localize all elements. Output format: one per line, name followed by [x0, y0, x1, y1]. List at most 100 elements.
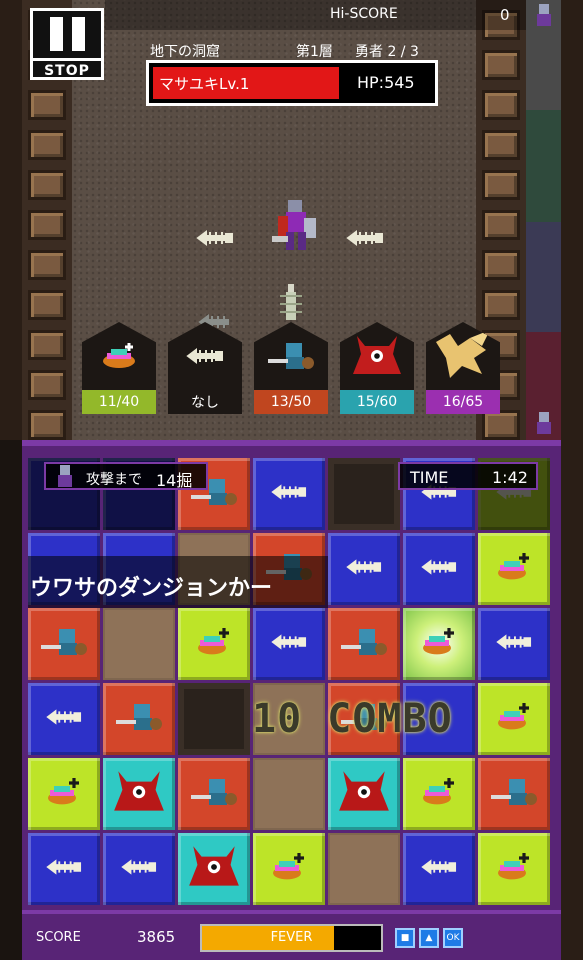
block-tile[interactable]	[28, 608, 100, 680]
food-icon	[196, 628, 232, 660]
food-icon	[496, 703, 532, 735]
card-count: 13/50	[254, 390, 328, 414]
time-label: TIME	[410, 468, 449, 487]
block-tile[interactable]	[253, 608, 325, 680]
block-tile[interactable]	[328, 458, 400, 530]
hiscore-label: Hi-SCORE	[330, 6, 398, 22]
card-count: なし	[168, 390, 242, 414]
attack-countdown: 攻撃まで 14掘	[44, 462, 208, 490]
hero-status-box: マサユキLv.1 HP:545	[146, 60, 438, 106]
fish-bone-icon	[271, 632, 307, 656]
food-icon	[496, 853, 532, 885]
monster-card-food[interactable]: 11/40	[82, 322, 156, 414]
food-icon	[421, 628, 457, 660]
card-count: 15/60	[340, 390, 414, 414]
block-tile[interactable]	[328, 533, 400, 605]
red-demon-icon	[185, 840, 243, 898]
stop-label: STOP	[33, 58, 101, 79]
time-value: 1:42	[492, 468, 528, 487]
monster-card-lizardman[interactable]: 13/50	[254, 322, 328, 414]
hero-sprite	[272, 200, 316, 250]
red-demon-icon	[353, 336, 401, 374]
score-label: SCORE	[36, 930, 81, 945]
fish-bone-icon	[271, 482, 307, 506]
fish-bone-icon	[46, 857, 82, 881]
golden-dragon-icon	[436, 330, 490, 378]
monster-card-red-demon[interactable]: 15/60	[340, 322, 414, 414]
block-tile[interactable]	[253, 758, 325, 830]
game-screen: 11/40 なし 13/50 15/60 16/65 Hi-SCORE 0 ST…	[0, 0, 583, 960]
block-tile[interactable]	[178, 608, 250, 680]
floor-label: 第1層	[296, 44, 333, 60]
food-icon	[496, 553, 532, 585]
attack-value: 14掘	[156, 471, 193, 490]
fish-bone-sprite	[196, 230, 233, 246]
block-tile[interactable]	[403, 758, 475, 830]
fish-bone-sprite	[346, 230, 383, 246]
fever-gauge: FEVER	[200, 924, 383, 952]
hero-name: マサユキLv.1	[159, 75, 250, 93]
pause-icon	[49, 17, 85, 51]
score-value: 3865	[137, 928, 176, 946]
block-tile[interactable]	[28, 683, 100, 755]
block-tile[interactable]	[328, 608, 400, 680]
attack-label: 攻撃まで	[86, 472, 142, 488]
block-tile[interactable]	[178, 683, 250, 755]
fish-bone-icon	[496, 632, 532, 656]
food-icon	[46, 778, 82, 810]
left-border	[0, 0, 22, 440]
red-demon-icon	[110, 765, 168, 823]
food-icon	[103, 343, 135, 368]
right-border	[561, 0, 583, 960]
fish-bone-icon	[346, 557, 382, 581]
block-tile[interactable]	[28, 758, 100, 830]
dungeon-depth-gauge	[526, 0, 561, 440]
block-tile[interactable]	[403, 833, 475, 905]
block-tile[interactable]	[103, 608, 175, 680]
block-tile[interactable]	[328, 758, 400, 830]
lizardman-icon	[339, 625, 389, 663]
fish-bone-icon	[421, 857, 457, 881]
block-tile[interactable]	[403, 533, 475, 605]
block-tile[interactable]	[28, 833, 100, 905]
block-tile[interactable]	[103, 833, 175, 905]
food-icon	[271, 853, 307, 885]
monster-card-fish-bone[interactable]: なし	[168, 322, 242, 414]
fish-bone-icon	[46, 707, 82, 731]
block-tile[interactable]	[103, 683, 175, 755]
food-icon	[421, 778, 457, 810]
block-tile[interactable]	[253, 458, 325, 530]
lizardman-icon	[114, 700, 164, 738]
fever-label: FEVER	[270, 930, 313, 945]
fish-bone-icon	[186, 348, 223, 364]
block-tile[interactable]	[478, 758, 550, 830]
stop-button[interactable]: STOP	[30, 8, 104, 80]
block-tile[interactable]	[103, 758, 175, 830]
bug-sprite	[280, 284, 302, 320]
ok-button[interactable]: OK	[443, 928, 463, 948]
block-tile[interactable]	[253, 833, 325, 905]
card-count: 11/40	[82, 390, 156, 414]
card-count: 16/65	[426, 390, 500, 414]
monster-icon	[58, 465, 72, 487]
block-tile[interactable]	[328, 833, 400, 905]
block-tile[interactable]	[478, 533, 550, 605]
block-tile[interactable]	[478, 608, 550, 680]
lizardman-icon	[39, 625, 89, 663]
stop-square-button[interactable]: ■	[395, 928, 415, 948]
hero-marker-icon	[537, 412, 551, 434]
block-tile[interactable]	[178, 758, 250, 830]
hero-hp: HP:545	[357, 73, 415, 92]
lizardman-icon	[189, 775, 239, 813]
boss-marker-icon	[537, 4, 551, 26]
fish-bone-icon	[121, 857, 157, 881]
up-button[interactable]: ▲	[419, 928, 439, 948]
block-tile[interactable]	[478, 833, 550, 905]
lizardman-icon	[268, 343, 314, 369]
location-name: 地下の洞窟	[150, 44, 220, 60]
combo-text: 10 COMBO	[252, 696, 453, 742]
block-tile[interactable]	[478, 683, 550, 755]
block-tile[interactable]	[178, 833, 250, 905]
block-tile[interactable]	[403, 608, 475, 680]
hero-count: 勇者 2 / 3	[355, 44, 419, 60]
